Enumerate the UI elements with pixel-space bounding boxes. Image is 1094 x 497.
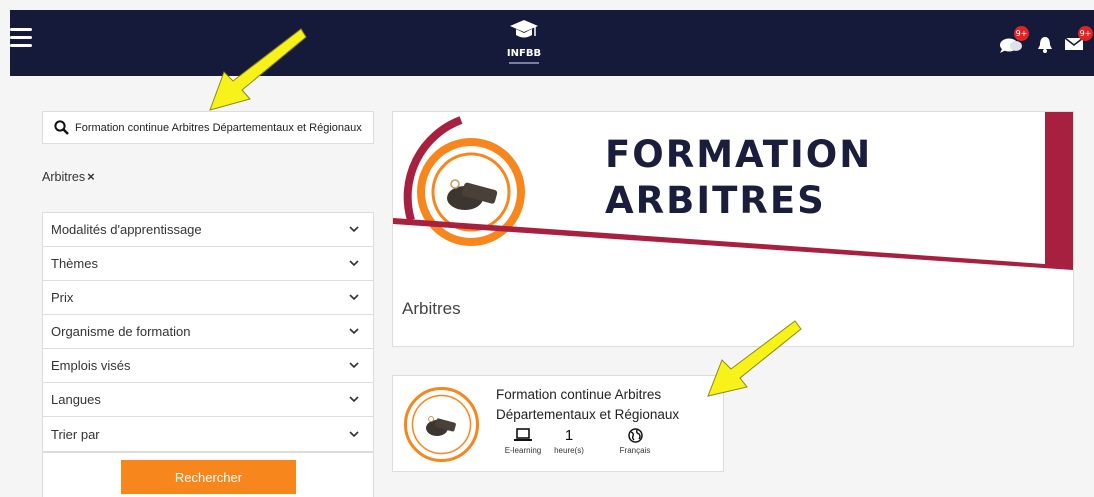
logo-text: INFBB <box>506 48 542 59</box>
course-language: Français <box>615 428 655 455</box>
duration-label: heure(s) <box>554 446 584 455</box>
laptop-icon <box>501 428 545 445</box>
mail-badge: 9+ <box>1078 26 1093 41</box>
chevron-down-icon <box>349 396 359 403</box>
globe-icon <box>615 428 655 445</box>
chevron-down-icon <box>349 362 359 369</box>
active-filter-tag: Arbitres × <box>42 169 95 184</box>
category-banner-card[interactable]: FORMATION ARBITRES Arbitres <box>392 111 1074 347</box>
banner-image: FORMATION ARBITRES <box>393 112 1073 272</box>
search-box[interactable] <box>42 111 374 144</box>
course-title[interactable]: Formation continue Arbitres Départementa… <box>496 385 722 425</box>
filter-learning-modes[interactable]: Modalités d'apprentissage <box>43 213 373 247</box>
mail-notifications[interactable]: 9+ <box>1064 26 1093 55</box>
banner-title: FORMATION ARBITRES <box>605 132 872 224</box>
graduation-cap-icon <box>510 20 538 38</box>
filter-themes[interactable]: Thèmes <box>43 247 373 281</box>
filter-target-jobs[interactable]: Emplois visés <box>43 349 373 383</box>
logo-subtitle-line <box>509 62 539 64</box>
filter-panel: Modalités d'apprentissage Thèmes Prix Or… <box>42 212 374 452</box>
filter-label: Trier par <box>51 426 100 442</box>
duration-value: 1 <box>564 427 574 444</box>
language-label: Français <box>619 446 651 455</box>
annotation-arrow-course <box>707 320 802 397</box>
search-icon <box>54 120 69 135</box>
banner-title-line1: FORMATION <box>605 133 873 176</box>
chevron-down-icon <box>349 328 359 335</box>
bell-icon <box>1038 37 1052 53</box>
chat-notifications[interactable]: 9+ <box>1000 26 1029 58</box>
filter-price[interactable]: Prix <box>43 281 373 315</box>
filter-training-organization[interactable]: Organisme de formation <box>43 315 373 349</box>
course-card[interactable]: Formation continue Arbitres Départementa… <box>392 375 724 472</box>
filter-label: Langues <box>51 392 101 407</box>
filter-label: Emplois visés <box>51 358 131 373</box>
course-modality: E-learning <box>501 428 545 455</box>
filter-languages[interactable]: Langues <box>43 383 373 417</box>
top-navbar: INFBB 9+ 9+ <box>10 10 1094 76</box>
chevron-down-icon <box>349 260 359 267</box>
chevron-down-icon <box>349 430 359 437</box>
filter-label: Prix <box>51 290 74 305</box>
annotation-arrow-search <box>209 28 307 111</box>
category-label: Arbitres <box>402 299 461 318</box>
infbb-logo[interactable]: INFBB <box>504 18 544 70</box>
banner-title-line2: ARBITRES <box>605 179 826 222</box>
filter-label: Organisme de formation <box>51 324 191 339</box>
bell-notifications[interactable] <box>1037 36 1053 57</box>
chevron-down-icon <box>349 226 359 233</box>
search-input[interactable] <box>75 121 365 134</box>
search-button[interactable]: Rechercher <box>121 460 296 494</box>
course-thumbnail <box>404 387 479 462</box>
chevron-down-icon <box>349 294 359 301</box>
modality-label: E-learning <box>504 446 542 455</box>
filter-sort-by[interactable]: Trier par <box>43 417 373 451</box>
menu-icon[interactable] <box>10 28 32 48</box>
filter-label: Thèmes <box>51 256 98 271</box>
filter-label: Modalités d'apprentissage <box>51 222 202 237</box>
chat-badge: 9+ <box>1014 26 1029 41</box>
remove-filter-icon[interactable]: × <box>87 169 95 184</box>
active-filter-label: Arbitres <box>42 169 86 184</box>
course-duration: 1 heure(s) <box>549 427 589 456</box>
